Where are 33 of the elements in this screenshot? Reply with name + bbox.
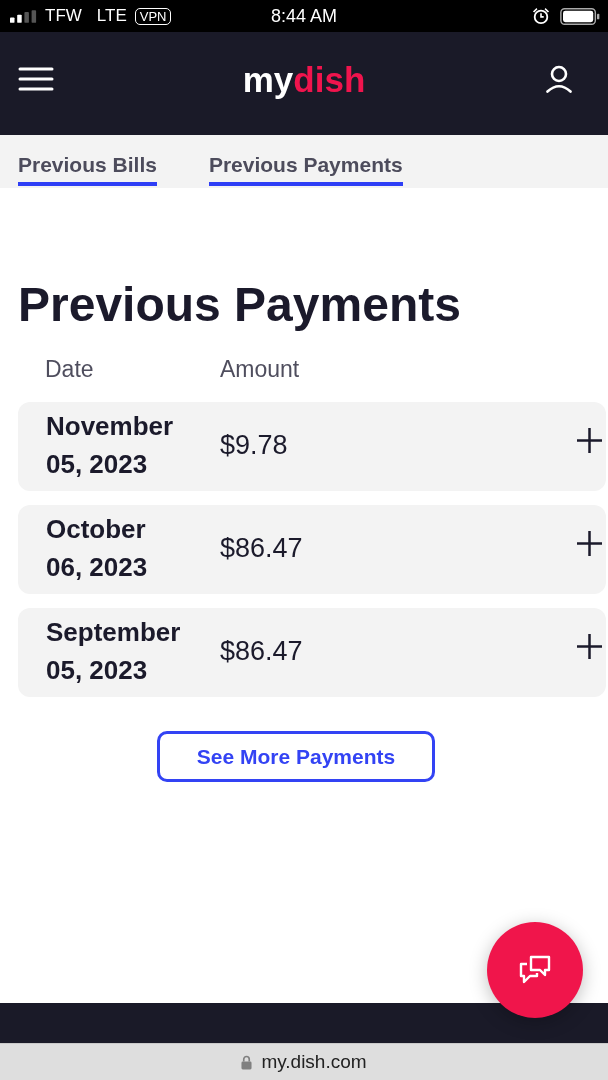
column-header: Amount xyxy=(220,355,300,383)
plus-icon[interactable] xyxy=(577,530,602,556)
vpn-badge: VPN xyxy=(134,7,172,25)
chat-bubbles-icon xyxy=(518,954,552,986)
payment-date: October 06, 2023 xyxy=(46,513,149,584)
plus-icon[interactable] xyxy=(577,633,602,659)
carrier-name: TFW xyxy=(45,6,82,26)
payment-row[interactable]: October 06, 2023 $86.47 xyxy=(18,505,606,594)
payment-date: September 05, 2023 xyxy=(46,616,182,687)
alarm-clock-icon xyxy=(532,7,550,25)
menu-icon[interactable] xyxy=(18,66,54,91)
payment-row[interactable]: November 05, 2023 $9.78 xyxy=(18,402,606,491)
plus-icon[interactable] xyxy=(577,427,602,453)
url-text: my.dish.com xyxy=(261,1051,367,1073)
payment-amount: $86.47 xyxy=(220,532,303,564)
see-more-button[interactable]: See More Payments xyxy=(157,731,435,782)
user-icon[interactable] xyxy=(546,64,572,93)
battery-icon xyxy=(560,7,600,25)
tab[interactable]: Previous Bills xyxy=(18,153,157,186)
browser-address-bar[interactable]: my.dish.com xyxy=(0,1043,608,1080)
payment-row[interactable]: September 05, 2023 $86.47 xyxy=(18,608,606,697)
payment-amount: $9.78 xyxy=(220,429,288,461)
network-type: LTE xyxy=(96,6,127,26)
status-time: 8:44 AM xyxy=(271,5,337,27)
logo[interactable]: mydish xyxy=(242,58,366,102)
tab[interactable]: Previous Payments xyxy=(208,153,403,186)
page-title: Previous Payments xyxy=(18,277,462,333)
chat-button[interactable] xyxy=(487,922,583,1018)
payment-amount: $86.47 xyxy=(220,635,303,667)
lock-icon xyxy=(241,1054,253,1070)
payment-date: November 05, 2023 xyxy=(46,410,175,481)
signal-icon xyxy=(10,9,37,23)
column-header: Date xyxy=(45,355,94,383)
